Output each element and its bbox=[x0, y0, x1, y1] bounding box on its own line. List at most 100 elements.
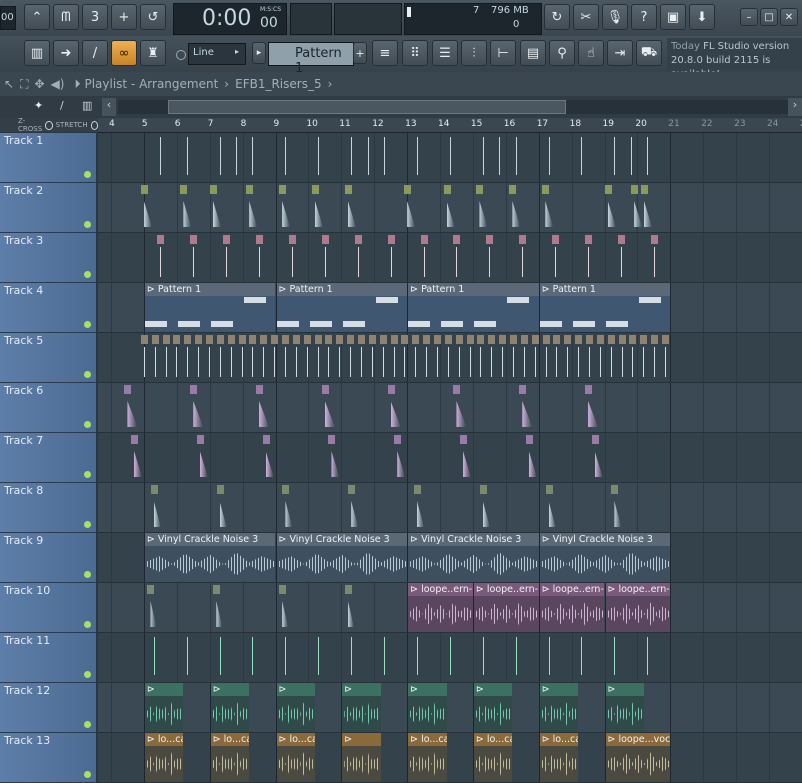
magnet-icon[interactable]: ∞ bbox=[111, 40, 137, 66]
metronome-icon[interactable]: ⌃ bbox=[24, 4, 50, 30]
track-mute-led[interactable] bbox=[84, 171, 91, 178]
track-header[interactable]: Track 13 bbox=[0, 733, 96, 783]
wait-input-icon[interactable]: ᗰ bbox=[53, 4, 79, 30]
clip-marker[interactable] bbox=[184, 335, 191, 344]
track-header[interactable]: Track 12 bbox=[0, 683, 96, 733]
track-header[interactable]: Track 8 bbox=[0, 483, 96, 533]
audio-clip[interactable] bbox=[614, 501, 621, 527]
audio-clip[interactable] bbox=[417, 637, 418, 675]
audio-clip[interactable]: ⊳ bbox=[539, 683, 578, 732]
audio-clip[interactable] bbox=[456, 401, 466, 427]
audio-clip[interactable]: ⊳ Pattern 1 bbox=[539, 283, 671, 332]
clip-marker[interactable] bbox=[519, 235, 526, 244]
clip-marker[interactable] bbox=[509, 185, 516, 194]
clip-marker[interactable] bbox=[486, 235, 493, 244]
mixer-icon[interactable]: ⫶ bbox=[461, 40, 487, 66]
track-header[interactable]: Track 7 bbox=[0, 433, 96, 483]
audio-clip[interactable] bbox=[391, 401, 401, 427]
audio-clip[interactable] bbox=[361, 347, 362, 377]
audio-clip[interactable]: ⊳ lo...cal bbox=[473, 733, 512, 782]
audio-clip[interactable] bbox=[315, 201, 323, 227]
audio-clip[interactable]: ⊳ Pattern 1 bbox=[407, 283, 539, 332]
audio-clip[interactable] bbox=[600, 347, 601, 377]
clip-marker[interactable] bbox=[542, 185, 549, 194]
plugin-icon[interactable]: ⚲ bbox=[549, 40, 575, 66]
audio-clip[interactable] bbox=[665, 347, 666, 377]
clip-marker[interactable] bbox=[453, 385, 460, 394]
clip-marker[interactable] bbox=[631, 185, 638, 194]
audio-clip[interactable]: ⊳ loope..ern-1 bbox=[473, 583, 539, 632]
breadcrumb[interactable]: EFB1_Risers_5 bbox=[235, 77, 321, 91]
audio-clip[interactable] bbox=[470, 347, 471, 377]
clip-marker[interactable] bbox=[552, 235, 559, 244]
clip-marker[interactable] bbox=[592, 435, 599, 444]
audio-clip[interactable] bbox=[154, 637, 155, 675]
audio-clip[interactable]: ⊳ bbox=[605, 683, 644, 732]
scroll-right-icon[interactable]: › bbox=[788, 98, 802, 116]
audio-clip[interactable] bbox=[351, 637, 352, 675]
clip-marker[interactable] bbox=[197, 435, 204, 444]
audio-clip[interactable] bbox=[546, 347, 547, 377]
track-lane[interactable] bbox=[98, 383, 802, 433]
clip-marker[interactable] bbox=[543, 335, 550, 344]
track-mute-led[interactable] bbox=[84, 271, 91, 278]
undo-icon[interactable]: ↻ bbox=[544, 4, 570, 30]
track-mute-led[interactable] bbox=[84, 771, 91, 778]
draw-icon[interactable]: / bbox=[82, 40, 108, 66]
clip-marker[interactable] bbox=[190, 385, 197, 394]
clip-marker[interactable] bbox=[380, 335, 387, 344]
audio-clip[interactable] bbox=[407, 201, 415, 227]
audio-clip[interactable] bbox=[285, 501, 292, 527]
audio-clip[interactable] bbox=[502, 347, 503, 377]
audio-clip[interactable]: ⊳ Vinyl Crackle Noise 3 bbox=[407, 533, 539, 582]
audio-clip[interactable] bbox=[285, 137, 286, 175]
audio-clip[interactable] bbox=[285, 347, 286, 377]
clip-marker[interactable] bbox=[640, 335, 647, 344]
audio-clip[interactable] bbox=[397, 451, 405, 477]
clip-marker[interactable] bbox=[190, 235, 197, 244]
audio-clip[interactable] bbox=[595, 451, 603, 477]
clip-marker[interactable] bbox=[180, 185, 187, 194]
audio-clip[interactable] bbox=[318, 637, 319, 675]
track-header[interactable]: Track 11 bbox=[0, 633, 96, 683]
microphone-icon[interactable]: 🎙 bbox=[602, 4, 628, 30]
loop-record-icon[interactable]: ↺ bbox=[140, 4, 166, 30]
clip-marker[interactable] bbox=[460, 435, 467, 444]
track-mute-led[interactable] bbox=[84, 621, 91, 628]
audio-clip[interactable] bbox=[549, 501, 556, 527]
audio-clip[interactable] bbox=[450, 637, 451, 675]
audio-clip[interactable] bbox=[150, 601, 156, 627]
track-header[interactable]: Track 9 bbox=[0, 533, 96, 583]
clip-marker[interactable] bbox=[611, 485, 618, 494]
draw-tool-icon[interactable]: / bbox=[60, 99, 64, 112]
audio-clip[interactable] bbox=[383, 347, 384, 377]
clip-marker[interactable] bbox=[141, 185, 148, 194]
audio-clip[interactable]: ⊳ lo...cal bbox=[276, 733, 315, 782]
audio-clip[interactable] bbox=[249, 201, 257, 227]
audio-clip[interactable] bbox=[522, 247, 523, 277]
audio-clip[interactable] bbox=[318, 347, 319, 377]
audio-clip[interactable] bbox=[350, 347, 351, 377]
track-mute-led[interactable] bbox=[84, 571, 91, 578]
tool-icon[interactable]: ✦ bbox=[34, 99, 43, 112]
clip-marker[interactable] bbox=[480, 485, 487, 494]
audio-clip[interactable] bbox=[252, 137, 253, 175]
audio-clip[interactable] bbox=[183, 201, 191, 227]
audio-clip[interactable] bbox=[296, 347, 297, 377]
pattern-select[interactable]: Pattern 1 bbox=[268, 42, 354, 66]
audio-clip[interactable] bbox=[187, 137, 188, 175]
clip-marker[interactable] bbox=[585, 385, 592, 394]
audio-clip[interactable] bbox=[643, 347, 644, 377]
audio-clip[interactable] bbox=[415, 347, 416, 377]
audio-clip[interactable]: ⊳ bbox=[473, 683, 512, 732]
audio-clip[interactable] bbox=[263, 347, 264, 377]
clip-marker[interactable] bbox=[476, 185, 483, 194]
track-header[interactable]: Track 10 bbox=[0, 583, 96, 633]
clip-marker[interactable] bbox=[322, 235, 329, 244]
move-icon[interactable]: ✥ bbox=[34, 77, 44, 91]
track-mute-led[interactable] bbox=[84, 471, 91, 478]
audio-clip[interactable] bbox=[614, 637, 615, 675]
track-lane[interactable]: ⊳ lo...cal⊳ lo...cal⊳ lo...cal⊳ ⊳ lo...c… bbox=[98, 733, 802, 783]
clip-marker[interactable] bbox=[546, 485, 553, 494]
audio-clip[interactable] bbox=[529, 451, 537, 477]
